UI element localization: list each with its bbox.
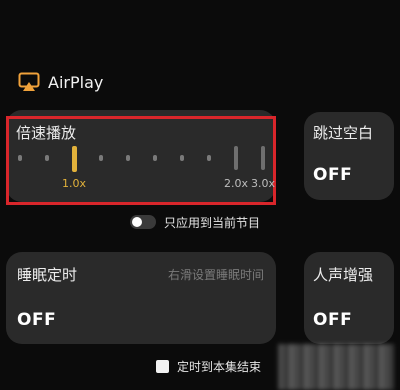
airplay-icon [18,72,40,91]
speed-title: 倍速播放 [16,124,77,142]
voice-enhance-title: 人声增强 [313,266,374,284]
voice-enhance-value: OFF [313,310,353,330]
airplay-button[interactable]: AirPlay [18,70,103,94]
apply-current-toggle[interactable] [130,215,156,229]
airplay-label: AirPlay [48,72,104,92]
sleep-timer-value: OFF [17,310,57,330]
apply-current-label: 只应用到当前节目 [164,215,261,230]
skip-silence-value: OFF [313,165,353,185]
speed-tick-2x[interactable] [234,146,238,170]
speed-tick[interactable] [99,155,103,161]
stop-at-episode-end-row[interactable]: 定时到本集结束 [156,357,261,375]
speed-tick[interactable] [18,155,22,161]
speed-tick-active[interactable] [72,146,77,172]
stop-at-episode-end-checkbox[interactable] [156,359,169,373]
blurred-region [278,344,394,390]
speed-label-2x: 2.0x [224,177,249,190]
apply-current-toggle-row[interactable]: 只应用到当前节目 [130,213,260,231]
speed-tick[interactable] [207,155,211,161]
speed-tick[interactable] [45,155,49,161]
speed-label-3x: 3.0x [251,177,276,190]
sleep-timer-title: 睡眠定时 [17,266,78,284]
speed-tick[interactable] [180,155,184,161]
skip-silence-title: 跳过空白 [313,124,374,142]
stop-at-episode-end-label: 定时到本集结束 [177,359,262,374]
speed-label-1x: 1.0x [62,177,87,190]
speed-tick-3x[interactable] [261,146,265,170]
speed-tick[interactable] [126,155,130,161]
sleep-timer-hint: 右滑设置睡眠时间 [167,268,264,282]
toggle-knob [132,217,142,227]
speed-tick[interactable] [153,155,157,161]
